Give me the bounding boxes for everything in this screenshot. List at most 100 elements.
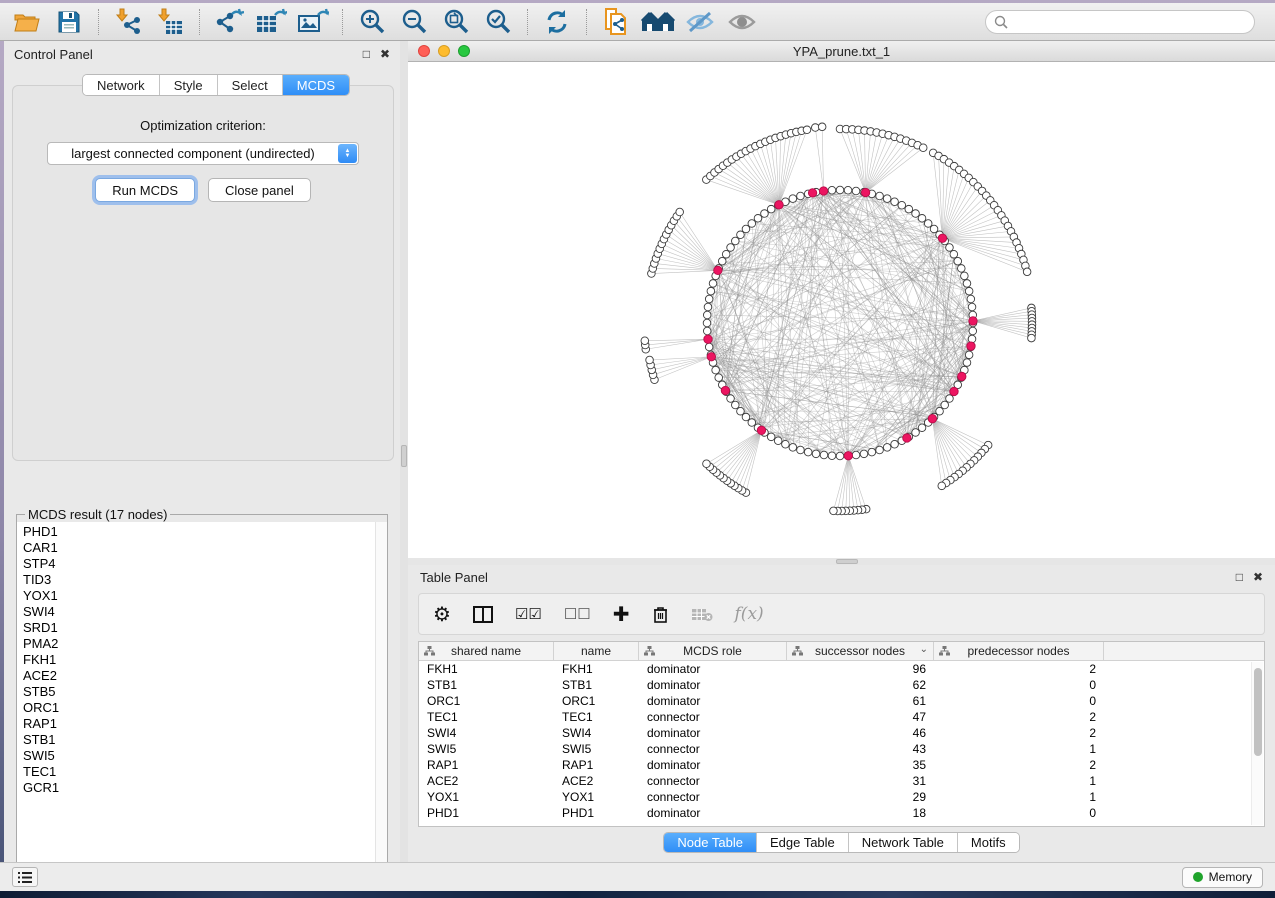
export-image-icon[interactable] xyxy=(294,6,332,38)
cell-MCDS-role[interactable]: dominator xyxy=(639,725,787,741)
cell-predecessor-nodes[interactable]: 2 xyxy=(934,709,1104,725)
zoom-selected-icon[interactable] xyxy=(479,6,517,38)
result-item[interactable]: CAR1 xyxy=(23,540,387,556)
cell-predecessor-nodes[interactable]: 1 xyxy=(934,789,1104,805)
result-item[interactable]: SWI5 xyxy=(23,748,387,764)
result-item[interactable]: RAP1 xyxy=(23,716,387,732)
cell-MCDS-role[interactable]: dominator xyxy=(639,757,787,773)
result-list-scrollbar[interactable] xyxy=(375,522,387,874)
tab-motifs[interactable]: Motifs xyxy=(958,833,1019,852)
cell-shared-name[interactable]: TEC1 xyxy=(419,709,554,725)
table-row[interactable]: ORC1ORC1dominator610 xyxy=(419,693,1264,709)
cell-MCDS-role[interactable]: dominator xyxy=(639,677,787,693)
cell-predecessor-nodes[interactable]: 1 xyxy=(934,773,1104,789)
result-item[interactable]: FKH1 xyxy=(23,652,387,668)
result-item[interactable]: YOX1 xyxy=(23,588,387,604)
close-panel-button[interactable]: Close panel xyxy=(208,178,311,202)
cell-shared-name[interactable]: SWI4 xyxy=(419,725,554,741)
table-row[interactable]: FKH1FKH1dominator962 xyxy=(419,661,1264,677)
result-item[interactable]: TEC1 xyxy=(23,764,387,780)
cell-shared-name[interactable]: ORC1 xyxy=(419,693,554,709)
delete-column-icon[interactable] xyxy=(652,605,669,624)
cell-predecessor-nodes[interactable]: 2 xyxy=(934,757,1104,773)
cell-MCDS-role[interactable]: dominator xyxy=(639,661,787,677)
gear-icon[interactable]: ⚙ xyxy=(433,602,451,627)
close-panel-icon[interactable]: ✖ xyxy=(1253,571,1263,583)
cell-successor-nodes[interactable]: 46 xyxy=(787,725,934,741)
table-scrollbar[interactable] xyxy=(1251,662,1263,825)
cell-name[interactable]: PHD1 xyxy=(554,805,639,821)
horizontal-splitter[interactable] xyxy=(408,558,1275,565)
hide-selected-icon[interactable] xyxy=(681,6,719,38)
tab-mcds[interactable]: MCDS xyxy=(283,75,349,95)
cell-predecessor-nodes[interactable]: 0 xyxy=(934,805,1104,821)
export-network-icon[interactable] xyxy=(210,6,248,38)
import-network-icon[interactable] xyxy=(109,6,147,38)
cell-predecessor-nodes[interactable]: 1 xyxy=(934,741,1104,757)
column-header-MCDS-role[interactable]: MCDS role xyxy=(639,642,787,660)
cell-name[interactable]: ACE2 xyxy=(554,773,639,789)
zoom-fit-icon[interactable] xyxy=(437,6,475,38)
tab-style[interactable]: Style xyxy=(160,75,218,95)
new-network-from-selection-icon[interactable] xyxy=(597,6,635,38)
column-header-shared-name[interactable]: shared name xyxy=(419,642,554,660)
cell-shared-name[interactable]: YOX1 xyxy=(419,789,554,805)
open-folder-icon[interactable] xyxy=(8,6,46,38)
memory-button[interactable]: Memory xyxy=(1182,867,1263,888)
result-item[interactable]: PHD1 xyxy=(23,524,387,540)
cell-name[interactable]: SWI5 xyxy=(554,741,639,757)
cell-successor-nodes[interactable]: 18 xyxy=(787,805,934,821)
zoom-in-icon[interactable] xyxy=(353,6,391,38)
network-canvas[interactable] xyxy=(408,62,1275,558)
node-table[interactable]: shared namenameMCDS rolesuccessor nodes⌄… xyxy=(418,641,1265,827)
table-row[interactable]: STB1STB1dominator620 xyxy=(419,677,1264,693)
cell-shared-name[interactable]: FKH1 xyxy=(419,661,554,677)
cell-successor-nodes[interactable]: 35 xyxy=(787,757,934,773)
deselect-all-checkboxes-icon[interactable]: ☐☐ xyxy=(564,605,591,623)
export-table-icon[interactable] xyxy=(252,6,290,38)
cell-MCDS-role[interactable]: connector xyxy=(639,709,787,725)
table-row[interactable]: YOX1YOX1connector291 xyxy=(419,789,1264,805)
scrollbar-thumb[interactable] xyxy=(1254,668,1262,756)
cell-successor-nodes[interactable]: 47 xyxy=(787,709,934,725)
result-item[interactable]: PMA2 xyxy=(23,636,387,652)
cell-predecessor-nodes[interactable]: 0 xyxy=(934,693,1104,709)
search-field[interactable] xyxy=(985,10,1255,34)
cell-name[interactable]: FKH1 xyxy=(554,661,639,677)
table-row[interactable]: SWI5SWI5connector431 xyxy=(419,741,1264,757)
cell-predecessor-nodes[interactable]: 0 xyxy=(934,677,1104,693)
result-item[interactable]: STB1 xyxy=(23,732,387,748)
cell-name[interactable]: ORC1 xyxy=(554,693,639,709)
result-item[interactable]: GCR1 xyxy=(23,780,387,796)
cell-successor-nodes[interactable]: 29 xyxy=(787,789,934,805)
criterion-dropdown[interactable]: largest connected component (undirected)… xyxy=(47,142,359,165)
cell-predecessor-nodes[interactable]: 2 xyxy=(934,725,1104,741)
vertical-splitter[interactable] xyxy=(400,41,408,862)
cell-successor-nodes[interactable]: 31 xyxy=(787,773,934,789)
search-input[interactable] xyxy=(1013,15,1246,29)
result-item[interactable]: SWI4 xyxy=(23,604,387,620)
cell-successor-nodes[interactable]: 43 xyxy=(787,741,934,757)
refresh-icon[interactable] xyxy=(538,6,576,38)
table-row[interactable]: PHD1PHD1dominator180 xyxy=(419,805,1264,821)
mcds-result-list[interactable]: PHD1CAR1STP4TID3YOX1SWI4SRD1PMA2FKH1ACE2… xyxy=(17,522,387,874)
cell-shared-name[interactable]: STB1 xyxy=(419,677,554,693)
result-item[interactable]: STP4 xyxy=(23,556,387,572)
tab-network-table[interactable]: Network Table xyxy=(849,833,958,852)
tab-network[interactable]: Network xyxy=(83,75,160,95)
cell-name[interactable]: SWI4 xyxy=(554,725,639,741)
cell-successor-nodes[interactable]: 61 xyxy=(787,693,934,709)
cell-successor-nodes[interactable]: 96 xyxy=(787,661,934,677)
table-row[interactable]: ACE2ACE2connector311 xyxy=(419,773,1264,789)
cell-successor-nodes[interactable]: 62 xyxy=(787,677,934,693)
result-item[interactable]: SRD1 xyxy=(23,620,387,636)
float-panel-icon[interactable]: □ xyxy=(363,48,370,60)
show-all-icon[interactable] xyxy=(723,6,761,38)
column-header-name[interactable]: name xyxy=(554,642,639,660)
cell-MCDS-role[interactable]: dominator xyxy=(639,693,787,709)
splitter-grip[interactable] xyxy=(401,445,407,467)
result-item[interactable]: ORC1 xyxy=(23,700,387,716)
save-icon[interactable] xyxy=(50,6,88,38)
cell-shared-name[interactable]: SWI5 xyxy=(419,741,554,757)
tab-select[interactable]: Select xyxy=(218,75,283,95)
